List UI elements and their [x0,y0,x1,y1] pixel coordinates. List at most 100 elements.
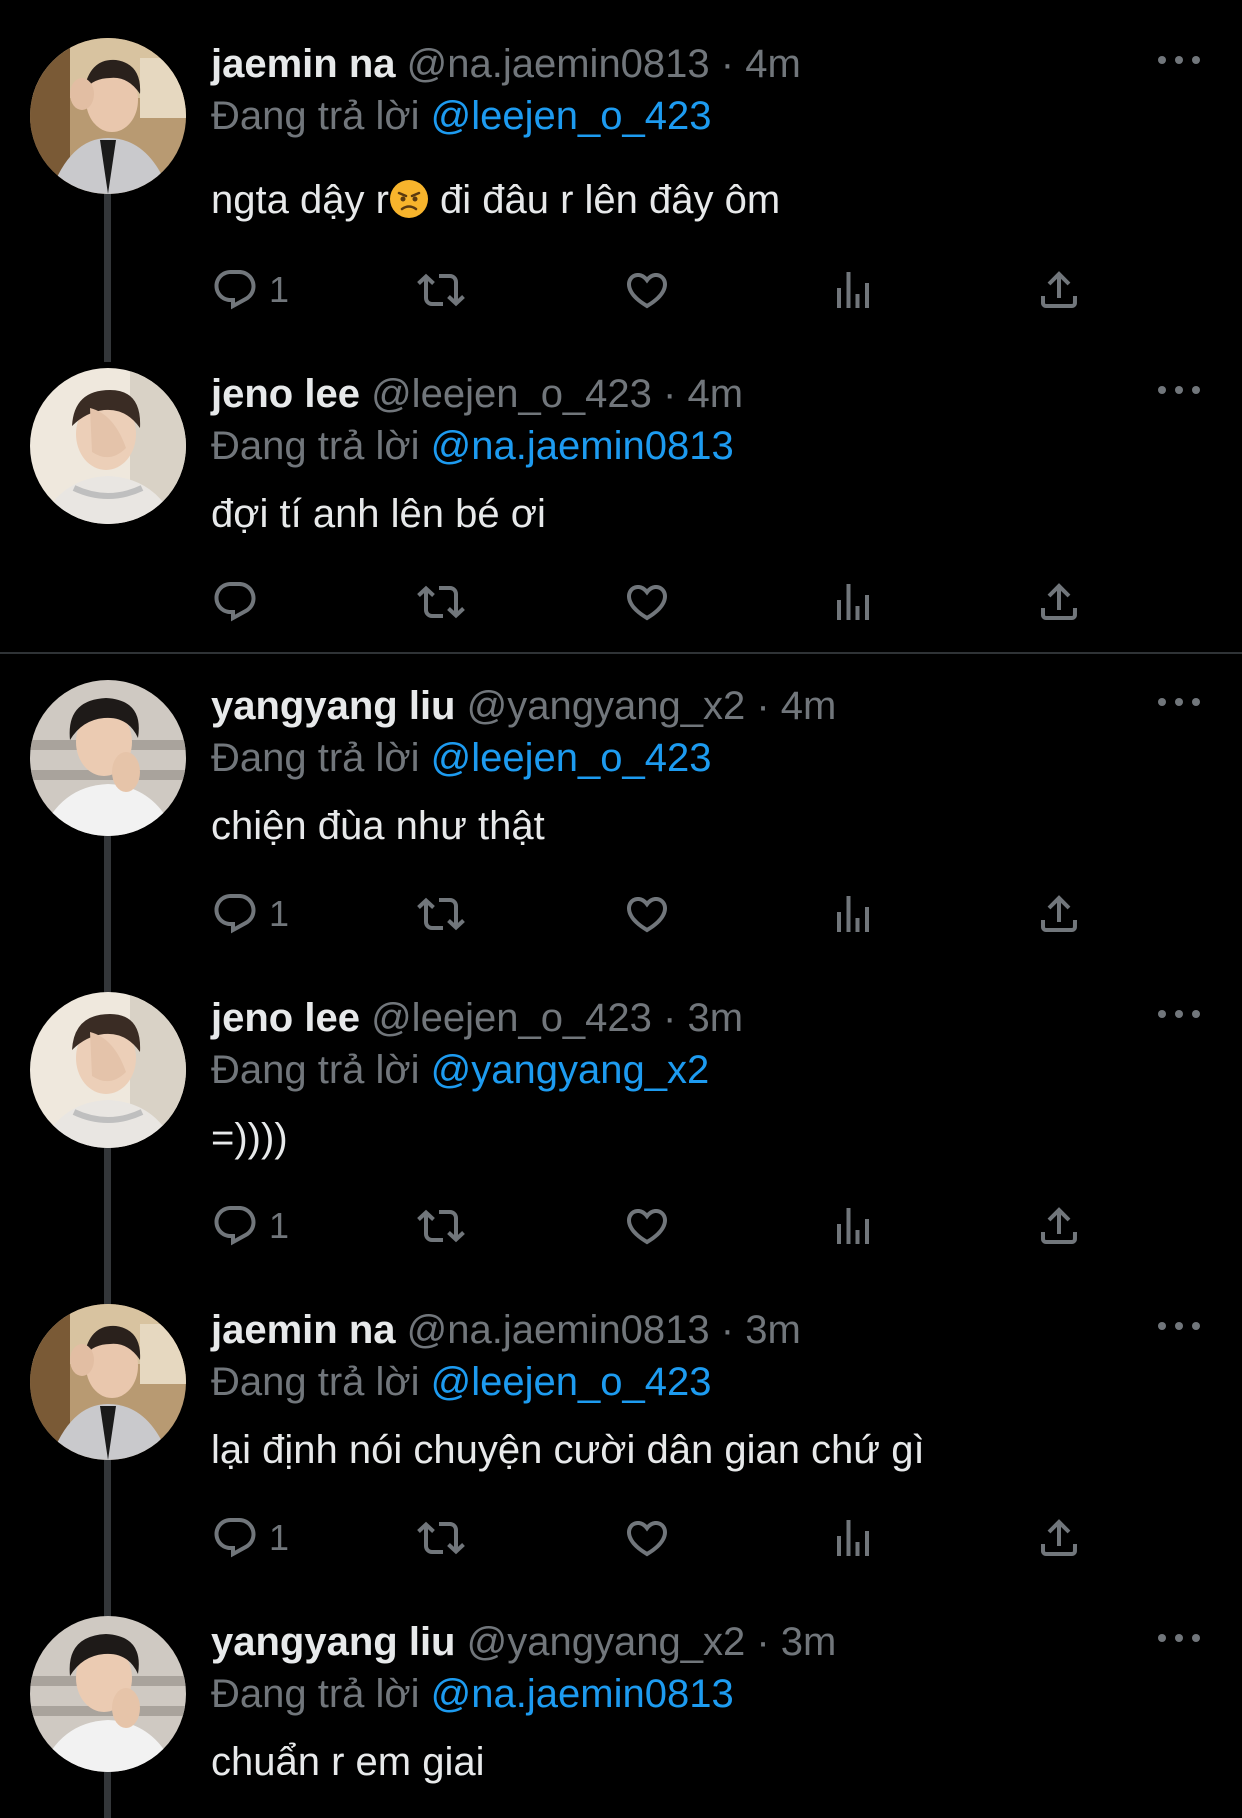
mention-link[interactable]: @leejen_o_423 [431,736,712,780]
reply-button[interactable] [211,574,259,630]
reply-icon [211,578,259,626]
retweet-icon [417,266,465,314]
handle[interactable]: @na.jaemin0813 [407,1308,710,1352]
display-name[interactable]: yangyang liu [211,1620,456,1664]
retweet-icon [417,1514,465,1562]
timestamp[interactable]: 4m [688,372,744,416]
handle[interactable]: @yangyang_x2 [467,684,746,728]
share-button[interactable] [1035,574,1083,630]
mention-link[interactable]: @na.jaemin0813 [431,424,734,468]
separator: · [720,1308,735,1352]
more-icon[interactable] [1158,1006,1200,1022]
share-button[interactable] [1035,886,1083,942]
share-icon [1035,890,1083,938]
share-button[interactable] [1035,1198,1083,1254]
retweet-button[interactable] [417,574,465,630]
handle[interactable]: @leejen_o_423 [371,372,652,416]
share-icon [1035,578,1083,626]
tweet[interactable]: jaemin na @na.jaemin0813 · 4m Đang trả l… [0,38,1242,338]
replying-to: Đang trả lời @leejen_o_423 [211,92,712,140]
views-button[interactable] [829,1510,877,1566]
reply-count: 1 [269,893,290,934]
tweet-text-part: ngta dậy r [211,178,389,222]
display-name[interactable]: jeno lee [211,996,360,1040]
mention-link[interactable]: @leejen_o_423 [431,1360,712,1404]
avatar[interactable] [30,680,186,836]
like-button[interactable] [623,1198,671,1254]
reply-icon [211,266,259,314]
more-icon[interactable] [1158,382,1200,398]
tweet-header: yangyang liu @yangyang_x2 · 4m [211,682,836,730]
avatar[interactable] [30,1616,186,1772]
timestamp[interactable]: 3m [688,996,744,1040]
reply-count: 1 [269,269,290,310]
heart-icon [623,890,671,938]
heart-icon [623,266,671,314]
reply-button[interactable]: 1 [211,886,289,942]
retweet-button[interactable] [417,886,465,942]
views-button[interactable] [829,886,877,942]
reply-button[interactable]: 1 [211,1510,289,1566]
handle[interactable]: @leejen_o_423 [371,996,652,1040]
handle[interactable]: @yangyang_x2 [467,1620,746,1664]
handle[interactable]: @na.jaemin0813 [407,42,710,86]
share-button[interactable] [1035,1510,1083,1566]
replying-to: Đang trả lời @leejen_o_423 [211,1358,712,1406]
avatar[interactable] [30,992,186,1148]
display-name[interactable]: jaemin na [211,1308,396,1352]
display-name[interactable]: jaemin na [211,42,396,86]
timestamp[interactable]: 3m [781,1620,837,1664]
timestamp[interactable]: 3m [745,1308,801,1352]
mention-link[interactable]: @yangyang_x2 [431,1048,710,1092]
tweet[interactable]: jeno lee @leejen_o_423 · 4m Đang trả lời… [0,368,1242,638]
like-button[interactable] [623,262,671,318]
views-button[interactable] [829,574,877,630]
more-icon[interactable] [1158,52,1200,68]
retweet-button[interactable] [417,1198,465,1254]
avatar[interactable] [30,1304,186,1460]
like-button[interactable] [623,1510,671,1566]
reply-count: 1 [269,1517,290,1558]
tweet-actions [211,574,1111,630]
display-name[interactable]: jeno lee [211,372,360,416]
tweet[interactable]: yangyang liu @yangyang_x2 · 4m Đang trả … [0,680,1242,950]
share-icon [1035,266,1083,314]
retweet-icon [417,1202,465,1250]
like-button[interactable] [623,574,671,630]
mention-link[interactable]: @na.jaemin0813 [431,1672,734,1716]
like-button[interactable] [623,886,671,942]
more-icon[interactable] [1158,1318,1200,1334]
more-icon[interactable] [1158,1630,1200,1646]
retweet-icon [417,890,465,938]
retweet-button[interactable] [417,262,465,318]
avatar[interactable] [30,38,186,194]
views-button[interactable] [829,1198,877,1254]
reply-icon [211,1202,259,1250]
tweet-header: yangyang liu @yangyang_x2 · 3m [211,1618,836,1666]
retweet-button[interactable] [417,1510,465,1566]
views-button[interactable] [829,262,877,318]
more-icon[interactable] [1158,694,1200,710]
replying-to: Đang trả lời @na.jaemin0813 [211,422,734,470]
display-name[interactable]: yangyang liu [211,684,456,728]
tweet[interactable]: yangyang liu @yangyang_x2 · 3m Đang trả … [0,1616,1242,1818]
separator: · [720,42,735,86]
tweet[interactable]: jeno lee @leejen_o_423 · 3m Đang trả lời… [0,992,1242,1262]
timestamp[interactable]: 4m [781,684,837,728]
tweet-actions: 1 [211,262,1111,318]
views-icon [829,266,877,314]
reply-count: 1 [269,1205,290,1246]
reply-button[interactable]: 1 [211,1198,289,1254]
timestamp[interactable]: 4m [745,42,801,86]
reply-button[interactable]: 1 [211,262,289,318]
share-button[interactable] [1035,262,1083,318]
tweet-header: jeno lee @leejen_o_423 · 3m [211,994,743,1042]
tweet-text: chiện đùa như thật [211,804,545,848]
tweet-actions: 1 [211,886,1111,942]
heart-icon [623,1514,671,1562]
mention-link[interactable]: @leejen_o_423 [431,94,712,138]
avatar[interactable] [30,368,186,524]
tweet[interactable]: jaemin na @na.jaemin0813 · 3m Đang trả l… [0,1304,1242,1574]
replying-prefix: Đang trả lời [211,736,420,780]
replying-to: Đang trả lời @yangyang_x2 [211,1046,709,1094]
